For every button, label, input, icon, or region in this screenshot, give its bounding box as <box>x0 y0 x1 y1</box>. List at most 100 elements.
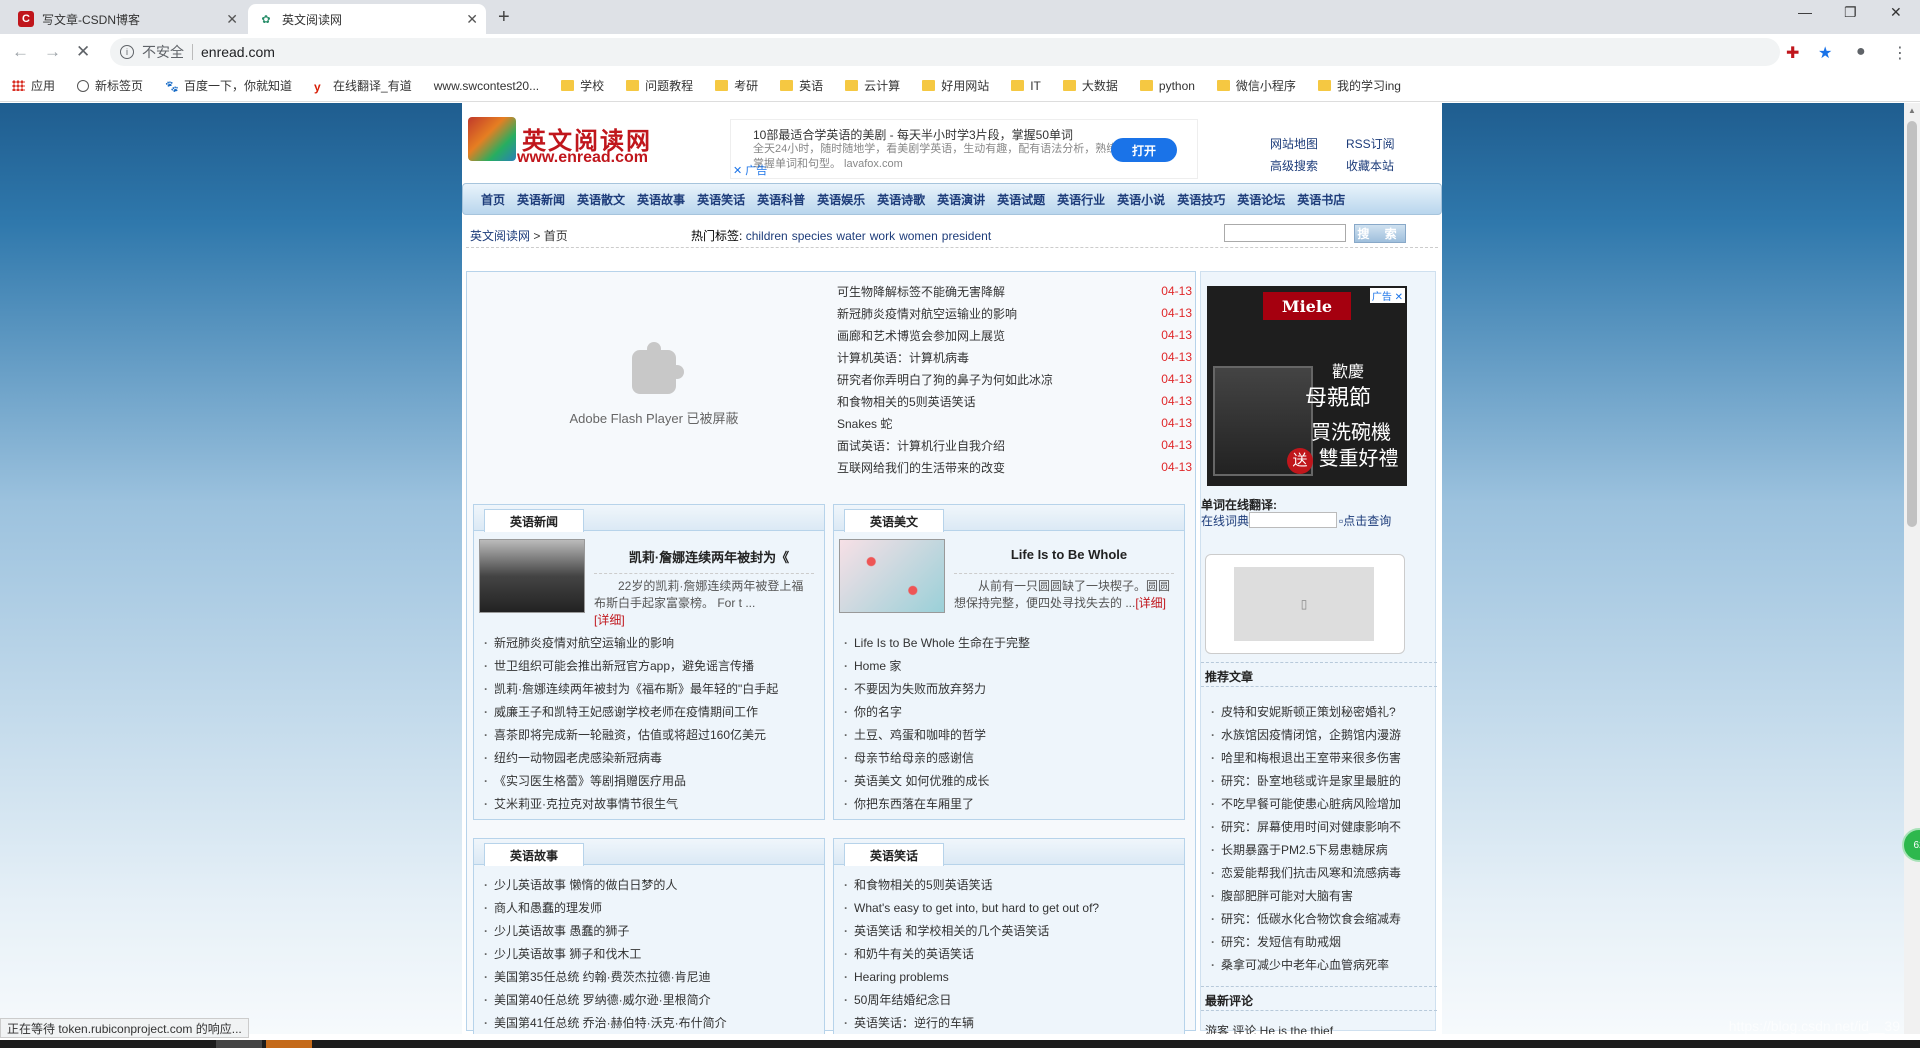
bookmark-item[interactable]: 🐾 百度一下，你就知道 <box>165 77 292 94</box>
nav-item[interactable]: 英语书店 <box>1297 191 1345 208</box>
bookmark-item[interactable]: 应用 <box>12 77 55 94</box>
bookmark-item[interactable]: 问题教程 <box>626 77 693 94</box>
new-tab-button[interactable]: + <box>498 6 510 29</box>
section-title[interactable]: 英语笑话 <box>844 843 944 866</box>
list-item[interactable]: 英语笑话：逆行的车辆 <box>844 1011 1184 1034</box>
broken-image-icon[interactable]: ▯ <box>1234 567 1374 641</box>
ad-close-icon[interactable]: ✕ 广告 <box>733 162 767 178</box>
nav-item[interactable]: 英语技巧 <box>1177 191 1225 208</box>
search-button[interactable]: 搜 索 <box>1354 224 1406 243</box>
dictionary-query-button[interactable]: ▫点击查询 <box>1339 512 1391 529</box>
list-item[interactable]: 纽约一动物园老虎感染新冠病毒 <box>484 746 824 769</box>
recommended-item[interactable]: 腹部肥胖可能对大脑有害 <box>1211 884 1429 907</box>
flash-placeholder[interactable]: Adobe Flash Player 已被屏蔽 <box>479 280 829 496</box>
list-item[interactable]: 你的名字 <box>844 700 1184 723</box>
recommended-item[interactable]: 研究：卧室地毯或许是家里最脏的 <box>1211 769 1429 792</box>
recommended-item[interactable]: 长期暴露于PM2.5下易患糖尿病 <box>1211 838 1429 861</box>
bookmark-item[interactable]: 我的学习ing <box>1317 77 1401 94</box>
site-search-input[interactable] <box>1224 224 1346 242</box>
list-item[interactable]: 商人和愚蠢的理发师 <box>484 896 824 919</box>
close-window-icon[interactable]: ✕ <box>1890 4 1902 21</box>
list-item[interactable]: 50周年结婚纪念日 <box>844 988 1184 1011</box>
list-item[interactable]: 英语笑话 和学校相关的几个英语笑话 <box>844 919 1184 942</box>
maximize-icon[interactable]: ❐ <box>1844 4 1857 21</box>
section-title[interactable]: 英语新闻 <box>484 509 584 532</box>
list-item[interactable]: 土豆、鸡蛋和咖啡的哲学 <box>844 723 1184 746</box>
recommended-item[interactable]: 水族馆因疫情闭馆，企鹅馆内漫游 <box>1211 723 1429 746</box>
list-item[interactable]: 美国第40任总统 罗纳德·威尔逊·里根简介 <box>484 988 824 1011</box>
news-title[interactable]: 新冠肺炎疫情对航空运输业的影响 <box>837 305 1017 322</box>
hot-tag-link[interactable]: president <box>942 229 991 243</box>
sitemap-link[interactable]: 网站地图 <box>1270 133 1318 155</box>
breadcrumb-home[interactable]: 英文阅读网 <box>470 229 530 243</box>
list-item[interactable]: 不要因为失败而放弃努力 <box>844 677 1184 700</box>
news-title[interactable]: 面试英语：计算机行业自我介绍 <box>837 437 1005 454</box>
info-icon[interactable]: i <box>120 45 134 59</box>
featured-title[interactable]: Life Is to Be Whole <box>974 547 1164 562</box>
miele-ad[interactable]: Miele 广告 ✕ 歡慶 母親節 買洗碗機 送 雙重好禮 <box>1207 286 1407 486</box>
list-item[interactable]: 美国第35任总统 约翰·费茨杰拉德·肯尼迪 <box>484 965 824 988</box>
nav-item[interactable]: 首页 <box>481 191 505 208</box>
list-item[interactable]: 少儿英语故事 愚蠢的狮子 <box>484 919 824 942</box>
address-bar[interactable]: i 不安全 enread.com <box>110 38 1780 66</box>
nav-item[interactable]: 英语笑话 <box>697 191 745 208</box>
scroll-up-icon[interactable]: ▲ <box>1908 106 1916 115</box>
nav-item[interactable]: 英语诗歌 <box>877 191 925 208</box>
bookmark-item[interactable]: 新标签页 <box>77 77 143 94</box>
extension-icon[interactable]: ✚ <box>1786 43 1799 63</box>
list-item[interactable]: 喜茶即将完成新一轮融资，估值或将超过160亿美元 <box>484 723 824 746</box>
url-text[interactable]: enread.com <box>201 44 275 60</box>
list-item[interactable]: 世卫组织可能会推出新冠官方app，避免谣言传播 <box>484 654 824 677</box>
list-item[interactable]: 凯莉·詹娜连续两年被封为《福布斯》最年轻的"白手起 <box>484 677 824 700</box>
list-item[interactable]: 少儿英语故事 懒惰的做白日梦的人 <box>484 873 824 896</box>
nav-item[interactable]: 英语科普 <box>757 191 805 208</box>
bookmark-item[interactable]: IT <box>1011 79 1041 93</box>
bookmark-item[interactable]: 考研 <box>715 77 758 94</box>
bookmark-item[interactable]: www.swcontest20... <box>434 79 539 93</box>
featured-image[interactable] <box>839 539 945 613</box>
bookmark-item[interactable]: 好用网站 <box>922 77 989 94</box>
nav-item[interactable]: 英语散文 <box>577 191 625 208</box>
bookmark-item[interactable]: 大数据 <box>1062 77 1118 94</box>
nav-item[interactable]: 英语新闻 <box>517 191 565 208</box>
list-item[interactable]: 少儿英语故事 狮子和伐木工 <box>484 942 824 965</box>
nav-item[interactable]: 英语论坛 <box>1237 191 1285 208</box>
news-title[interactable]: 可生物降解标签不能确无害降解 <box>837 283 1005 300</box>
news-title[interactable]: 计算机英语：计算机病毒 <box>837 349 969 366</box>
latest-comment[interactable]: 游客 评论 He is the thief <box>1205 1022 1333 1034</box>
logo-books-icon[interactable] <box>468 117 516 161</box>
featured-image[interactable] <box>479 539 585 613</box>
scrollbar-thumb[interactable] <box>1907 121 1917 527</box>
nav-item[interactable]: 英语故事 <box>637 191 685 208</box>
recommended-item[interactable]: 不吃早餐可能使患心脏病风险增加 <box>1211 792 1429 815</box>
list-item[interactable]: 和食物相关的5则英语笑话 <box>844 873 1184 896</box>
close-tab-icon[interactable]: ✕ <box>466 11 478 28</box>
stop-loading-icon[interactable]: ✕ <box>76 42 90 62</box>
list-item[interactable]: Home 家 <box>844 654 1184 677</box>
taskbar-item[interactable] <box>216 1040 262 1048</box>
recommended-item[interactable]: 研究：发短信有助戒烟 <box>1211 930 1429 953</box>
bookmark-item[interactable]: y 在线翻译_有道 <box>314 77 412 94</box>
section-title[interactable]: 英语美文 <box>844 509 944 532</box>
recommended-item[interactable]: 皮特和安妮斯顿正策划秘密婚礼? <box>1211 700 1429 723</box>
hot-tag-link[interactable]: species <box>792 229 833 243</box>
more-link[interactable]: [详细] <box>1135 596 1166 610</box>
recommended-item[interactable]: 研究：低碳水化合物饮食会缩减寿 <box>1211 907 1429 930</box>
news-title[interactable]: Snakes 蛇 <box>837 415 892 432</box>
ad-label[interactable]: 广告 ✕ <box>1369 288 1405 303</box>
news-title[interactable]: 研究者你弄明白了狗的鼻子为何如此冰凉 <box>837 371 1053 388</box>
more-link[interactable]: [详细] <box>594 613 625 627</box>
recommended-item[interactable]: 恋爱能帮我们抗击风寒和流感病毒 <box>1211 861 1429 884</box>
nav-item[interactable]: 英语行业 <box>1057 191 1105 208</box>
list-item[interactable]: Hearing problems <box>844 965 1184 988</box>
section-title[interactable]: 英语故事 <box>484 843 584 866</box>
advanced-search-link[interactable]: 高级搜索 <box>1270 155 1318 177</box>
tab-csdn[interactable]: C 写文章-CSDN博客 ✕ <box>8 4 246 34</box>
nav-item[interactable]: 英语演讲 <box>937 191 985 208</box>
forward-icon[interactable]: → <box>44 42 61 62</box>
news-title[interactable]: 画廊和艺术博览会参加网上展览 <box>837 327 1005 344</box>
list-item[interactable]: 美国第41任总统 乔治·赫伯特·沃克·布什简介 <box>484 1011 824 1034</box>
recommended-item[interactable]: 哈里和梅根退出王室带来很多伤害 <box>1211 746 1429 769</box>
list-item[interactable]: What's easy to get into, but hard to get… <box>844 896 1184 919</box>
bookmark-item[interactable]: 英语 <box>780 77 823 94</box>
